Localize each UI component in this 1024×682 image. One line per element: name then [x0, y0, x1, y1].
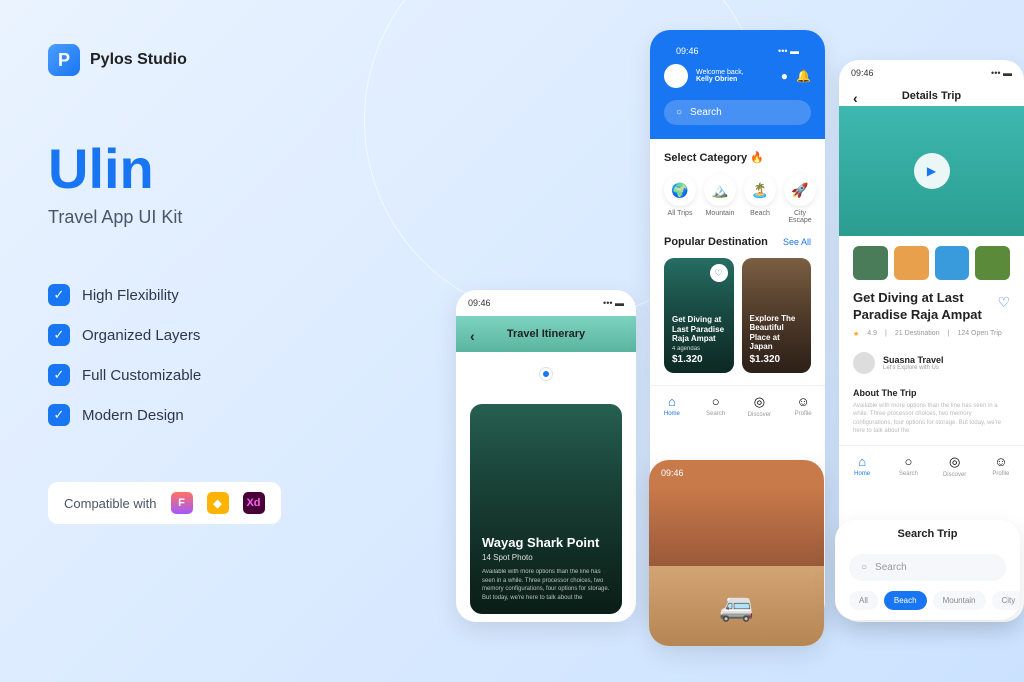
screen-search: Search Trip ○ Search All Beach Mountain …	[835, 520, 1020, 620]
filter-chip[interactable]: Mountain	[933, 591, 986, 610]
user-name: Kelly Obrien	[696, 76, 773, 83]
nav-home[interactable]: ⌂Home	[839, 454, 885, 478]
brand: P Pylos Studio	[48, 44, 388, 76]
category-item[interactable]: 🏝️Beach	[744, 174, 776, 224]
chat-icon[interactable]: ●	[781, 69, 788, 83]
popular-title: Popular Destination	[664, 236, 768, 248]
brand-name: Pylos Studio	[90, 51, 187, 69]
product-title: Ulin	[48, 136, 388, 201]
logo-icon: P	[48, 44, 80, 76]
search-input[interactable]: ○ Search	[849, 554, 1006, 581]
bottom-nav: ⌂Home ○Search ◎Discover ☺Profile	[650, 385, 825, 426]
check-icon: ✓	[48, 284, 70, 306]
avatar[interactable]	[664, 64, 688, 88]
destination-card[interactable]: Explore The Beautiful Place at Japan $1.…	[742, 258, 812, 373]
welcome-label: Welcome back,	[696, 69, 773, 76]
about-title: About The Trip	[839, 382, 1024, 402]
status-bar: 09:46••• ▬	[456, 290, 636, 316]
search-header: Search Trip	[835, 520, 1020, 548]
home-header: 09:46••• ▬ Welcome back, Kelly Obrien ● …	[650, 30, 825, 139]
play-button[interactable]: ▶	[914, 153, 950, 189]
back-icon[interactable]: ‹	[853, 90, 858, 106]
nav-search[interactable]: ○Search	[885, 454, 931, 478]
detail-meta: ★4.9 |21 Destination |124 Open Trip	[839, 324, 1024, 344]
check-icon: ✓	[48, 324, 70, 346]
agent-avatar	[853, 352, 875, 374]
search-icon: ○	[861, 562, 867, 573]
thumbnail[interactable]	[894, 246, 929, 280]
back-icon[interactable]: ‹	[470, 328, 475, 344]
itinerary-card-sub: 14 Spot Photo	[482, 553, 610, 562]
timeline	[456, 352, 636, 396]
feature-item: ✓ Organized Layers	[48, 324, 388, 346]
gallery-image[interactable]	[649, 486, 824, 566]
nav-search[interactable]: ○Search	[694, 394, 738, 418]
favorite-icon[interactable]: ♡	[997, 294, 1010, 311]
favorite-icon[interactable]: ♡	[710, 264, 728, 282]
sketch-icon: ◆	[207, 492, 229, 514]
status-bar: 09:46••• ▬	[839, 60, 1024, 86]
category-item[interactable]: 🚀City Escape	[784, 174, 816, 224]
nav-profile[interactable]: ☺Profile	[781, 394, 825, 418]
feature-list: ✓ High Flexibility ✓ Organized Layers ✓ Ful…	[48, 284, 388, 426]
category-item[interactable]: 🏔️Mountain	[704, 174, 736, 224]
thumbnail[interactable]	[853, 246, 888, 280]
screen-itinerary: 09:46••• ▬ ‹ Travel Itinerary Wayag Shar…	[456, 290, 636, 622]
feature-text: Full Customizable	[82, 367, 201, 384]
agent-sub: Let's Explore with Us	[883, 365, 944, 371]
feature-text: Modern Design	[82, 407, 184, 424]
filter-chip[interactable]: City	[992, 591, 1021, 610]
search-input[interactable]: ○ Search	[664, 100, 811, 125]
destination-card[interactable]: ♡ Get Diving at Last Paradise Raja Ampat…	[664, 258, 734, 373]
itinerary-header: ‹ Travel Itinerary	[456, 316, 636, 352]
about-text: Available with more options than the lin…	[839, 402, 1024, 446]
category-list: 🌍All Trips 🏔️Mountain 🏝️Beach 🚀City Esca…	[664, 174, 811, 224]
itinerary-card-title: Wayag Shark Point	[482, 535, 610, 550]
check-icon: ✓	[48, 364, 70, 386]
timeline-dot	[540, 368, 552, 380]
thumbnail[interactable]	[975, 246, 1010, 280]
check-icon: ✓	[48, 404, 70, 426]
compat-label: Compatible with	[64, 496, 157, 511]
nav-home[interactable]: ⌂Home	[650, 394, 694, 418]
filter-row: All Beach Mountain City	[835, 591, 1020, 620]
category-title: Select Category 🔥	[664, 151, 811, 164]
welcome-row: Welcome back, Kelly Obrien ● 🔔	[664, 64, 811, 88]
filter-chip[interactable]: Beach	[884, 591, 927, 610]
thumbnail[interactable]	[935, 246, 970, 280]
compatibility-badge: Compatible with F ◆ Xd	[48, 482, 281, 524]
screen-gallery: 09:46 🚐	[649, 460, 824, 646]
feature-text: Organized Layers	[82, 327, 200, 344]
nav-profile[interactable]: ☺Profile	[978, 454, 1024, 478]
nav-discover[interactable]: ◎Discover	[932, 454, 978, 478]
gallery-image[interactable]: 🚐	[649, 566, 824, 646]
feature-item: ✓ Full Customizable	[48, 364, 388, 386]
agent-name: Suasna Travel	[883, 355, 944, 365]
status-bar: 09:46	[649, 460, 824, 486]
xd-icon: Xd	[243, 492, 265, 514]
feature-item: ✓ High Flexibility	[48, 284, 388, 306]
itinerary-card[interactable]: Wayag Shark Point 14 Spot Photo Availabl…	[470, 404, 622, 614]
agent-row[interactable]: Suasna Travel Let's Explore with Us	[839, 344, 1024, 382]
hero-image: ▶	[839, 106, 1024, 236]
category-item[interactable]: 🌍All Trips	[664, 174, 696, 224]
thumbnail-row	[839, 236, 1024, 290]
filter-chip[interactable]: All	[849, 591, 878, 610]
see-all-link[interactable]: See All	[783, 237, 811, 247]
bottom-nav: ⌂Home ○Search ◎Discover ☺Profile	[839, 445, 1024, 486]
feature-item: ✓ Modern Design	[48, 404, 388, 426]
status-bar: 09:46••• ▬	[664, 38, 811, 64]
nav-discover[interactable]: ◎Discover	[738, 394, 782, 418]
details-header: ‹ Details Trip	[839, 86, 1024, 106]
itinerary-card-desc: Available with more options than the lin…	[482, 568, 610, 602]
detail-title: Get Diving at Last Paradise Raja Ampat	[853, 290, 989, 324]
feature-text: High Flexibility	[82, 287, 179, 304]
star-icon: ★	[853, 330, 859, 338]
figma-icon: F	[171, 492, 193, 514]
bell-icon[interactable]: 🔔	[796, 69, 811, 83]
search-icon: ○	[676, 107, 682, 118]
product-subtitle: Travel App UI Kit	[48, 207, 388, 228]
